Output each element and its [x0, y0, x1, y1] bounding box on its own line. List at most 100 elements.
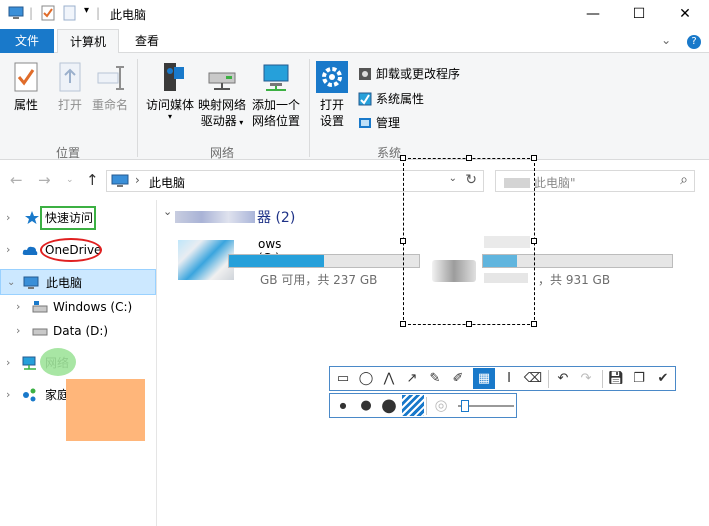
annotation-ellipse — [40, 238, 102, 262]
tab-computer[interactable]: 计算机 — [57, 29, 119, 54]
redo-icon[interactable]: ↷ — [575, 368, 597, 389]
intensity-slider-thumb[interactable] — [461, 400, 469, 412]
add-network-location-button[interactable]: 添加一个 网络位置 — [248, 61, 304, 129]
minimize-button[interactable]: — — [570, 0, 616, 28]
capture-selection-rectangle[interactable] — [400, 155, 537, 327]
arrow-tool-icon[interactable]: ↗ — [401, 368, 423, 389]
chevron-right-icon[interactable]: › — [16, 318, 20, 344]
search-icon[interactable]: ⌕ — [680, 172, 688, 188]
chevron-right-icon[interactable]: › — [6, 205, 10, 231]
brush-size-large-icon[interactable]: ● — [378, 395, 400, 416]
customize-quick-access-icon[interactable]: ▾ — [84, 5, 89, 16]
breadcrumb[interactable]: 此电脑 — [149, 174, 185, 191]
drive-icon — [32, 328, 48, 336]
sidebar-item-this-pc[interactable]: ⌄ 此电脑 — [0, 269, 156, 295]
ribbon-controls: ⌄ ? — [649, 33, 701, 49]
access-media-button[interactable]: 访问媒体 ▾ — [142, 61, 198, 121]
chevron-right-icon[interactable]: › — [6, 350, 10, 376]
brush-size-small-icon[interactable]: ● — [332, 395, 354, 416]
chevron-right-icon[interactable]: › — [16, 294, 20, 320]
manage-icon — [359, 118, 371, 128]
brush-size-medium-icon[interactable]: ● — [355, 395, 377, 416]
resize-handle[interactable] — [531, 238, 537, 244]
open-button[interactable]: 打开 — [52, 61, 88, 113]
polyline-tool-icon[interactable]: ⋀ — [378, 368, 400, 389]
eraser-tool-icon[interactable]: ⌫ — [522, 368, 544, 389]
sidebar-item-network[interactable]: › 网络 — [0, 350, 156, 376]
drive-c-icon — [178, 240, 234, 280]
properties-button[interactable]: 属性 — [8, 61, 44, 113]
computer-icon — [23, 276, 39, 289]
sidebar-item-windows-c[interactable]: › Windows (C:) — [0, 294, 156, 320]
help-icon[interactable]: ? — [687, 35, 701, 49]
resize-handle[interactable] — [466, 155, 472, 161]
recent-locations-icon[interactable]: ⌄ — [66, 175, 74, 185]
ribbon-tabs: 文件 计算机 查看 ⌄ ? — [0, 29, 709, 54]
chevron-right-icon[interactable]: › — [6, 237, 10, 263]
resize-handle[interactable] — [531, 155, 537, 161]
system-drive-icon — [32, 301, 48, 313]
separator: | — [96, 6, 101, 20]
open-settings-button[interactable]: 打开 设置 — [314, 61, 350, 129]
resize-handle[interactable] — [400, 238, 406, 244]
resize-handle[interactable] — [531, 321, 537, 327]
network-icon — [22, 356, 36, 370]
mosaic-pattern-icon[interactable] — [402, 395, 424, 416]
breadcrumb-chevron-icon[interactable]: › — [135, 173, 140, 187]
dropdown-arrow-icon: ▾ — [167, 112, 172, 121]
back-arrow-icon[interactable]: ← — [10, 171, 23, 189]
dropdown-arrow-icon: ▾ — [236, 118, 244, 127]
rectangle-tool-icon[interactable]: ▭ — [332, 368, 354, 389]
access-media-label: 访问媒体 — [145, 98, 194, 112]
pixelated-text — [175, 211, 255, 223]
properties-icon[interactable] — [40, 5, 56, 21]
uninstall-programs-button[interactable]: 卸载或更改程序 — [358, 65, 460, 83]
forward-arrow-icon[interactable]: → — [38, 171, 51, 189]
uninstall-label: 卸载或更改程序 — [376, 67, 461, 81]
map-drive-label-line2: 驱动器 — [200, 114, 237, 128]
navigation-bar: ← → ⌄ ↑ › 此电脑 ⌄ ↻ 此电脑" ⌕ — [0, 166, 709, 196]
network-drive-icon — [208, 72, 236, 90]
up-arrow-icon[interactable]: ↑ — [86, 171, 99, 189]
tab-file[interactable]: 文件 — [0, 29, 54, 53]
media-icon — [164, 63, 184, 91]
close-button[interactable]: ✕ — [662, 0, 708, 28]
mosaic-tool-icon[interactable]: ▦ — [473, 368, 495, 389]
drive-c-free-space: GB 可用，共 237 GB — [260, 273, 378, 287]
rename-button[interactable]: 重命名 — [90, 61, 130, 113]
toolbar-separator — [602, 370, 603, 388]
copy-icon[interactable]: ❐ — [628, 368, 650, 389]
cloud-icon — [22, 246, 38, 255]
new-folder-icon[interactable] — [62, 5, 78, 21]
map-network-drive-button[interactable]: 映射网络 驱动器 ▾ — [196, 61, 248, 131]
drive-c-usage-bar — [228, 254, 420, 268]
tab-view[interactable]: 查看 — [124, 29, 170, 53]
drive-c-usage-fill — [229, 255, 324, 267]
system-properties-button[interactable]: 系统属性 — [358, 90, 424, 108]
chevron-right-icon[interactable]: › — [6, 382, 10, 408]
manage-label: 管理 — [376, 116, 401, 130]
pen-tool-icon[interactable]: ✎ — [424, 368, 446, 389]
system-properties-icon — [358, 92, 372, 106]
manage-button[interactable]: 管理 — [358, 114, 400, 132]
blur-icon[interactable]: ◎ — [430, 395, 452, 416]
title-bar: | ▾ | 此电脑 — ☐ ✕ — [0, 0, 709, 28]
save-icon[interactable]: 💾︎ — [605, 368, 627, 389]
group-header-devices[interactable]: 器 (2) — [163, 207, 295, 227]
resize-handle[interactable] — [400, 155, 406, 161]
highlighter-tool-icon[interactable]: ✐ — [447, 368, 469, 389]
undo-icon[interactable]: ↶ — [552, 368, 574, 389]
confirm-check-icon[interactable]: ✔ — [652, 368, 674, 389]
rename-icon — [97, 66, 124, 90]
collapse-ribbon-icon[interactable]: ⌄ — [661, 33, 671, 47]
chevron-down-icon[interactable]: ⌄ — [7, 270, 15, 296]
ellipse-tool-icon[interactable]: ◯ — [355, 368, 377, 389]
maximize-button[interactable]: ☐ — [616, 0, 662, 28]
resize-handle[interactable] — [400, 321, 406, 327]
resize-handle[interactable] — [466, 321, 472, 327]
add-location-label-line2: 网络位置 — [251, 114, 300, 128]
text-tool-icon[interactable]: I — [498, 368, 520, 389]
sidebar-item-data-d[interactable]: › Data (D:) — [0, 318, 156, 344]
properties-label: 属性 — [13, 98, 38, 112]
annotation-filled-rectangle — [66, 379, 145, 441]
